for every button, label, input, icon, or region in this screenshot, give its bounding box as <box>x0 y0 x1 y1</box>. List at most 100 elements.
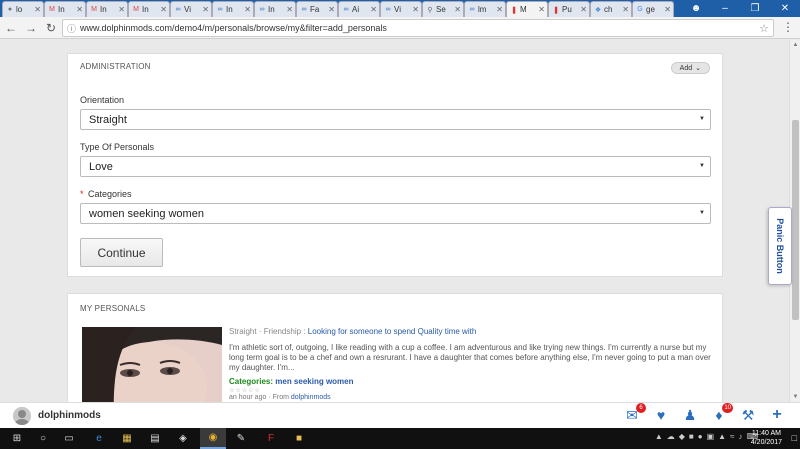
browser-menu-icon[interactable]: ⋮ <box>782 20 794 34</box>
avatar-image <box>13 407 31 425</box>
browser-tab[interactable]: ∞ lm ✕ <box>464 1 506 17</box>
bookmark-star-icon[interactable]: ☆ <box>759 22 769 35</box>
tab-label: In <box>226 5 233 14</box>
add-dropdown-button[interactable]: Add ⌄ <box>670 62 710 74</box>
close-tab-icon[interactable]: ✕ <box>538 5 545 14</box>
close-tab-icon[interactable]: ✕ <box>328 5 335 14</box>
continue-button[interactable]: Continue <box>80 238 163 267</box>
chrome-icon[interactable]: ◉ <box>200 428 226 449</box>
folder-icon[interactable]: ■ <box>286 428 312 449</box>
tray-app-icon[interactable]: ● <box>698 432 703 441</box>
address-bar[interactable]: ⓘ www.dolphinmods.com/demo4/m/personals/… <box>62 19 774 37</box>
friends-icon[interactable]: ♟ <box>681 406 699 424</box>
browser-tab[interactable]: ❚ M ✕ <box>506 1 548 17</box>
forward-icon[interactable]: → <box>22 19 40 37</box>
close-tab-icon[interactable]: ✕ <box>496 5 503 14</box>
file-explorer-icon[interactable]: ▦ <box>114 428 140 449</box>
browser-tab[interactable]: ∞ Vi ✕ <box>170 1 212 17</box>
bell-icon[interactable]: ♦ 10 <box>710 403 733 424</box>
close-window-button[interactable]: ✕ <box>770 0 800 17</box>
edge-icon[interactable]: e <box>86 428 112 449</box>
close-tab-icon[interactable]: ✕ <box>286 5 293 14</box>
categories-label-text: Categories <box>88 189 132 199</box>
cortana-icon[interactable]: ○ <box>30 428 56 449</box>
browser-tab[interactable]: ❚ Pu ✕ <box>548 1 590 17</box>
scroll-down-icon[interactable]: ▼ <box>790 392 800 402</box>
task-view-icon[interactable]: ▭ <box>56 428 82 449</box>
close-tab-icon[interactable]: ✕ <box>118 5 125 14</box>
notification-badge: 10 <box>722 403 733 413</box>
plus-icon[interactable]: + <box>768 406 786 424</box>
entry-categories-value[interactable]: men seeking women <box>275 377 353 386</box>
dolphin-icon: ∞ <box>343 6 349 13</box>
browser-tab[interactable]: ∞ In ✕ <box>212 1 254 17</box>
wifi-icon[interactable]: ≈ <box>730 432 734 441</box>
paint-icon[interactable]: ✎ <box>228 428 254 449</box>
heart-icon[interactable]: ♥ <box>652 406 670 424</box>
username[interactable]: dolphinmods <box>38 410 101 421</box>
entry-time: an hour ago · From dolphinmods <box>229 394 719 401</box>
back-icon[interactable]: ← <box>2 19 20 37</box>
maximize-button[interactable]: ❐ <box>740 0 770 17</box>
browser-tab[interactable]: ❖ ch ✕ <box>590 1 632 17</box>
action-center-icon[interactable]: □ <box>792 433 797 443</box>
type-of-personals-select[interactable]: Love ▼ <box>80 156 711 177</box>
close-tab-icon[interactable]: ✕ <box>664 5 671 14</box>
close-tab-icon[interactable]: ✕ <box>76 5 83 14</box>
profile-icon[interactable]: ☻ <box>682 0 710 17</box>
entry-headline-link[interactable]: Looking for someone to spend Quality tim… <box>308 327 477 336</box>
tab-label: In <box>100 5 107 14</box>
browser-tab[interactable]: M In ✕ <box>128 1 170 17</box>
orientation-select[interactable]: Straight ▼ <box>80 109 711 130</box>
reload-icon[interactable]: ↻ <box>42 19 60 37</box>
close-tab-icon[interactable]: ✕ <box>244 5 251 14</box>
add-label: Add <box>679 64 693 72</box>
close-tab-icon[interactable]: ✕ <box>454 5 461 14</box>
mail-badge: 6 <box>636 403 646 413</box>
browser-tab[interactable]: ⚲ Se ✕ <box>422 1 464 17</box>
tray-app-icon[interactable]: ◆ <box>679 432 685 441</box>
entry-author-link[interactable]: dolphinmods <box>291 394 331 401</box>
tray-app-icon[interactable]: ▣ <box>707 432 715 441</box>
filezilla-icon[interactable]: F <box>258 428 284 449</box>
browser-tab[interactable]: ∞ Vi ✕ <box>380 1 422 17</box>
network-icon[interactable]: ▲ <box>655 432 663 441</box>
panic-button[interactable]: Panic Button <box>768 207 792 285</box>
avatar[interactable] <box>13 407 31 425</box>
store-icon[interactable]: ▤ <box>142 428 168 449</box>
close-tab-icon[interactable]: ✕ <box>580 5 587 14</box>
close-tab-icon[interactable]: ✕ <box>160 5 167 14</box>
tray-app-icon[interactable]: ■ <box>689 432 694 441</box>
close-tab-icon[interactable]: ✕ <box>622 5 629 14</box>
close-tab-icon[interactable]: ✕ <box>370 5 377 14</box>
browser-tab[interactable]: ● lo ✕ <box>2 1 44 17</box>
close-tab-icon[interactable]: ✕ <box>34 5 41 14</box>
minimize-button[interactable]: – <box>710 0 740 17</box>
categories-select[interactable]: women seeking women ▼ <box>80 203 711 224</box>
browser-tab[interactable]: ∞ Ai ✕ <box>338 1 380 17</box>
tray-app-icon[interactable]: ▲ <box>718 432 726 441</box>
orientation-label: Orientation <box>80 95 125 105</box>
chevron-down-icon: ⌄ <box>695 65 701 72</box>
app-icon[interactable]: ◈ <box>170 428 196 449</box>
scroll-up-icon[interactable]: ▲ <box>790 40 800 50</box>
scrollbar-thumb[interactable] <box>792 120 799 320</box>
page-info-icon[interactable]: ⓘ <box>67 22 76 35</box>
rating-stars[interactable]: ☆☆☆☆☆ <box>229 387 719 394</box>
onedrive-icon[interactable]: ☁ <box>667 432 675 441</box>
taskbar-clock[interactable]: 11:40 AM 4/20/2017 <box>751 429 782 447</box>
wrench-icon[interactable]: ⚒ <box>739 406 757 424</box>
entry-meta: Straight · Friendship : Looking for some… <box>229 327 719 336</box>
close-tab-icon[interactable]: ✕ <box>202 5 209 14</box>
close-tab-icon[interactable]: ✕ <box>412 5 419 14</box>
browser-tab[interactable]: ∞ Fa ✕ <box>296 1 338 17</box>
browser-tab[interactable]: ∞ In ✕ <box>254 1 296 17</box>
browser-tab[interactable]: M In ✕ <box>86 1 128 17</box>
browser-tab[interactable]: M In ✕ <box>44 1 86 17</box>
mail-icon[interactable]: ✉ 6 <box>623 403 646 424</box>
personal-photo[interactable] <box>82 327 222 402</box>
volume-icon[interactable]: ♪ <box>738 432 742 441</box>
windows-start-icon[interactable]: ⊞ <box>4 428 30 449</box>
browser-tab[interactable]: Gge ✕ <box>632 1 674 17</box>
entry-type: Friendship <box>263 327 302 336</box>
